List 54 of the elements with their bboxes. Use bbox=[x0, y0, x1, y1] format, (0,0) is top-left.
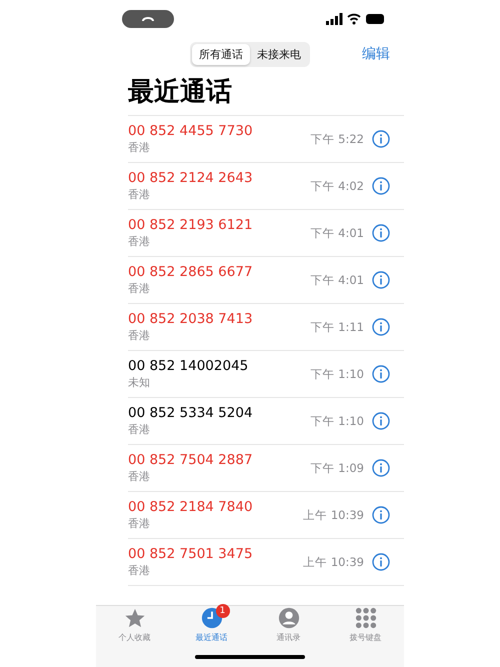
phone-number[interactable]: 00 852 4455 7730 bbox=[128, 123, 311, 139]
star-icon bbox=[124, 607, 146, 629]
segment-tab[interactable]: 未接来电 bbox=[250, 44, 308, 64]
count-badge: 1 bbox=[216, 604, 230, 618]
info-icon[interactable] bbox=[372, 553, 390, 571]
phone-number[interactable]: 00 852 2865 6677 bbox=[128, 264, 311, 280]
call-time: 下午 1:09 bbox=[310, 460, 364, 476]
info-icon[interactable] bbox=[372, 224, 390, 242]
tab-item[interactable]: 拨号键盘 bbox=[327, 607, 404, 643]
phone-number[interactable]: 00 852 2184 7840 bbox=[128, 499, 304, 515]
call-pill[interactable] bbox=[122, 10, 174, 28]
tab-item[interactable]: 1 最近通话 bbox=[173, 607, 250, 643]
info-icon[interactable] bbox=[372, 506, 390, 524]
info-icon[interactable] bbox=[372, 412, 390, 430]
status-icons bbox=[326, 13, 386, 25]
segment-tab[interactable]: 所有通话 bbox=[192, 44, 250, 64]
call-time: 下午 1:10 bbox=[310, 414, 364, 428]
edit-button[interactable]: 编辑 bbox=[362, 45, 390, 63]
call-location: 香港 bbox=[128, 516, 151, 531]
keypad-icon bbox=[354, 607, 376, 629]
phone-number[interactable]: 00 852 5334 5204 bbox=[128, 405, 311, 421]
phone-number[interactable]: 00 852 7504 2887 bbox=[128, 452, 311, 468]
info-icon[interactable] bbox=[372, 365, 390, 383]
call-time: 下午 5:22 bbox=[310, 132, 364, 146]
call-location: 香港 bbox=[128, 469, 151, 484]
call-location: 香港 bbox=[128, 234, 151, 249]
call-location: 未知 bbox=[128, 375, 151, 390]
tab-item[interactable]: 通讯录 bbox=[250, 607, 327, 643]
call-time: 下午 4:02 bbox=[310, 178, 364, 194]
call-location: 香港 bbox=[128, 422, 151, 437]
call-time: 下午 1:11 bbox=[310, 320, 364, 334]
phone-number[interactable]: 00 852 2124 2643 bbox=[128, 170, 311, 186]
call-time: 上午 10:39 bbox=[303, 554, 364, 570]
phone-number[interactable]: 00 852 2193 6121 bbox=[128, 217, 311, 233]
call-location: 香港 bbox=[128, 281, 151, 296]
info-icon[interactable] bbox=[372, 130, 390, 148]
call-location: 香港 bbox=[128, 563, 151, 578]
info-icon[interactable] bbox=[372, 459, 390, 477]
phone-number[interactable]: 00 852 7501 3475 bbox=[128, 546, 304, 562]
phone-number[interactable]: 00 852 2038 7413 bbox=[128, 311, 311, 327]
call-location: 香港 bbox=[128, 328, 151, 343]
tab-item[interactable]: 个人收藏 bbox=[96, 607, 173, 643]
info-icon[interactable] bbox=[372, 318, 390, 336]
call-time: 下午 4:01 bbox=[310, 272, 364, 288]
info-icon[interactable] bbox=[372, 177, 390, 195]
call-time: 下午 1:10 bbox=[310, 366, 364, 382]
phone-icon bbox=[142, 16, 154, 22]
phone-number[interactable]: 00 852 14002045 bbox=[128, 358, 311, 374]
call-location: 香港 bbox=[128, 187, 151, 202]
call-location: 香港 bbox=[128, 140, 151, 155]
page-title: 最近通话 bbox=[128, 76, 233, 109]
call-time: 下午 4:01 bbox=[310, 226, 364, 240]
call-time: 上午 10:39 bbox=[303, 508, 364, 522]
info-icon[interactable] bbox=[372, 271, 390, 289]
